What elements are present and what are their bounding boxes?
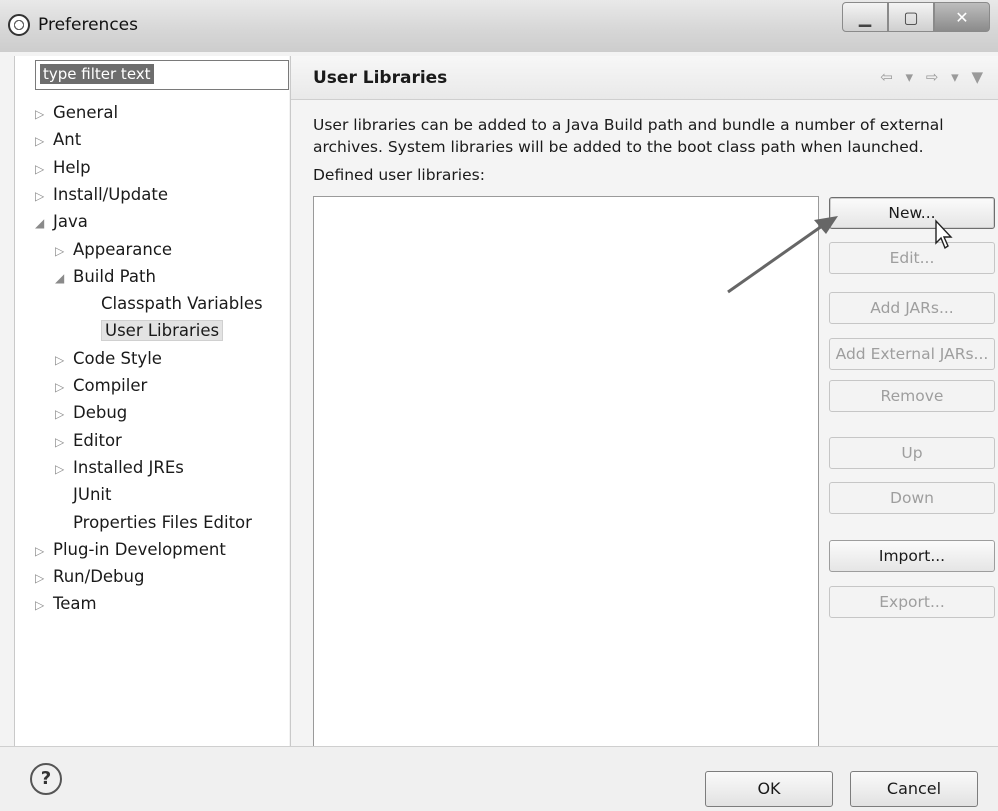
import-button[interactable]: Import... [829,540,995,572]
maximize-button[interactable]: ▢ [888,2,934,32]
eclipse-icon [8,14,30,36]
tree-item-installed-jres[interactable]: ▷ Installed JREs [55,455,184,481]
collapsed-arrow-icon[interactable]: ▷ [55,429,73,455]
navigation-arrows[interactable]: ⇦ ▾ ⇨ ▾ ▼ [880,68,987,86]
tree-item-team[interactable]: ▷ Team [35,591,97,617]
down-button[interactable]: Down [829,482,995,514]
collapsed-arrow-icon[interactable]: ▷ [55,238,73,264]
tree-item-ant[interactable]: ▷ Ant [35,127,81,153]
tree-item-label: Help [53,157,91,177]
collapsed-arrow-icon[interactable]: ▷ [55,374,73,400]
collapsed-arrow-icon[interactable]: ▷ [55,401,73,427]
tree-item-label: Editor [73,430,122,450]
tree-item-general[interactable]: ▷ General [35,100,118,126]
window-title: Preferences [38,15,138,35]
up-button[interactable]: Up [829,437,995,469]
tree-item-label: Code Style [73,348,162,368]
collapsed-arrow-icon[interactable]: ▷ [35,101,53,127]
tree-item-label: General [53,103,119,122]
expanded-arrow-icon[interactable]: ◢ [35,210,53,236]
tree-item-editor[interactable]: ▷ Editor [55,428,122,454]
tree-item-label: Ant [53,130,82,150]
page-title: User Libraries [313,68,448,88]
preferences-tree-pane: type filter text ▷ General ▷ Ant ▷ Help ▷ Insta… [14,56,289,746]
expanded-arrow-icon[interactable]: ◢ [55,265,73,291]
tree-item-label: JUnit [73,485,112,505]
tree-item-label: Install/Update [53,184,168,204]
add-jars-button[interactable]: Add JARs... [829,292,995,324]
window-controls: ▁ ▢ ✕ [842,2,990,32]
tree-item-label: Classpath Variables [101,294,263,314]
tree-item-classpath-variables[interactable]: Classpath Variables [83,291,263,317]
collapsed-arrow-icon[interactable]: ▷ [35,183,53,209]
tree-item-label: Run/Debug [53,567,145,587]
export-button[interactable]: Export... [829,586,995,618]
tree-item-junit[interactable]: JUnit [55,482,111,508]
tree-item-label: Appearance [73,239,173,259]
collapsed-arrow-icon[interactable]: ▷ [55,456,73,482]
edit-button[interactable]: Edit... [829,242,995,274]
tree-item-label: Debug [73,403,128,423]
tree-item-label: Build Path [73,266,156,286]
tree-item-label: Java [53,212,88,232]
page-header: User Libraries ⇦ ▾ ⇨ ▾ ▼ [291,56,998,100]
tree-item-label: Plug-in Development [53,539,226,559]
tree-item-help[interactable]: ▷ Help [35,155,91,181]
collapsed-arrow-icon[interactable]: ▷ [35,128,53,154]
ok-button[interactable]: OK [705,771,833,807]
tree-item-java[interactable]: ◢ Java [35,209,88,235]
collapsed-arrow-icon[interactable]: ▷ [35,156,53,182]
tree-item-code-style[interactable]: ▷ Code Style [55,346,162,372]
tree-item-user-libraries[interactable]: User Libraries [83,318,224,344]
new-button[interactable]: New... [829,197,995,229]
collapsed-arrow-icon[interactable]: ▷ [35,592,53,618]
collapsed-arrow-icon[interactable]: ▷ [35,538,53,564]
tree-item-install-update[interactable]: ▷ Install/Update [35,182,168,208]
title-bar: Preferences ▁ ▢ ✕ [0,0,998,52]
defined-libraries-label: Defined user libraries: [313,166,485,184]
tree-item-label: Installed JREs [73,457,184,477]
collapsed-arrow-icon[interactable]: ▷ [55,347,73,373]
page-description: User libraries can be added to a Java Bu… [313,116,944,156]
tree-item-compiler[interactable]: ▷ Compiler [55,373,147,399]
close-button[interactable]: ✕ [934,2,990,32]
user-libraries-list[interactable] [313,196,819,776]
tree-item-label: Team [53,594,97,614]
tree-item-plug-in-development[interactable]: ▷ Plug-in Development [35,537,226,563]
tree-item-label: Properties Files Editor [73,512,252,532]
tree-item-properties-files-editor[interactable]: Properties Files Editor [55,510,252,536]
dialog-footer: ? OK Cancel [0,746,998,811]
title-area: Preferences [8,14,138,36]
tree-item-label: Compiler [73,376,148,395]
add-external-jars-button[interactable]: Add External JARs... [829,338,995,370]
cancel-button[interactable]: Cancel [850,771,978,807]
help-icon[interactable]: ? [30,763,62,795]
collapsed-arrow-icon[interactable]: ▷ [35,565,53,591]
tree-item-run-debug[interactable]: ▷ Run/Debug [35,564,144,590]
tree-item-build-path[interactable]: ◢ Build Path [55,264,156,290]
user-libraries-page: User Libraries ⇦ ▾ ⇨ ▾ ▼ User libraries … [290,56,998,776]
minimize-button[interactable]: ▁ [842,2,888,32]
tree-item-appearance[interactable]: ▷ Appearance [55,237,172,263]
filter-input[interactable]: type filter text [35,60,289,90]
filter-text: type filter text [40,64,154,84]
tree-item-label: User Libraries [101,320,224,342]
tree-item-debug[interactable]: ▷ Debug [55,400,127,426]
remove-button[interactable]: Remove [829,380,995,412]
